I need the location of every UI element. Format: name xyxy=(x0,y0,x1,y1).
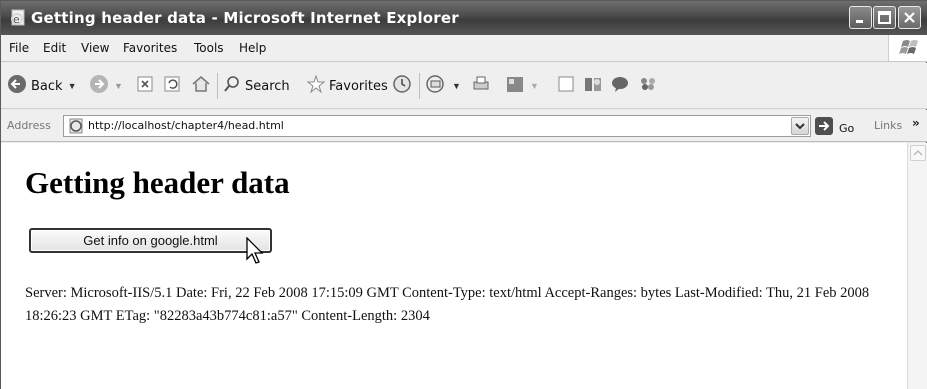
window-title: Getting header data - Microsoft Internet… xyxy=(31,9,459,27)
links-label[interactable]: Links xyxy=(874,119,902,132)
mail-dropdown-icon[interactable]: ▼ xyxy=(452,81,461,91)
toolbar-separator xyxy=(217,73,218,99)
msn-button[interactable] xyxy=(638,74,658,98)
menu-bar: File Edit View Favorites Tools Help xyxy=(1,35,927,62)
toolbar-separator xyxy=(419,73,420,99)
history-button[interactable] xyxy=(392,74,412,98)
edit-dropdown-icon[interactable]: ▼ xyxy=(530,81,539,91)
title-bar: e Getting header data - Microsoft Intern… xyxy=(1,1,927,35)
research-button[interactable] xyxy=(583,74,603,98)
go-arrow-icon xyxy=(814,116,834,141)
links-chevron-icon[interactable]: » xyxy=(912,116,920,130)
back-dropdown-icon[interactable]: ▼ xyxy=(68,81,77,91)
back-button[interactable]: Back ▼ xyxy=(7,74,76,98)
favorites-star-icon xyxy=(306,73,326,98)
get-info-button[interactable]: Get info on google.html xyxy=(29,228,272,253)
page-icon xyxy=(67,118,85,139)
home-icon xyxy=(191,75,211,98)
svg-text:e: e xyxy=(13,13,20,26)
print-button[interactable] xyxy=(471,74,491,98)
minimize-button[interactable] xyxy=(849,6,872,29)
back-arrow-icon xyxy=(7,74,27,99)
mail-icon xyxy=(425,74,447,99)
search-button[interactable]: Search xyxy=(223,74,290,98)
menu-file[interactable]: File xyxy=(9,41,29,55)
discuss-icon xyxy=(557,75,575,98)
address-label: Address xyxy=(7,119,51,132)
discuss-button[interactable] xyxy=(557,74,575,98)
address-input[interactable]: http://localhost/chapter4/head.html xyxy=(63,115,811,137)
edit-page-icon xyxy=(505,74,525,99)
home-button[interactable] xyxy=(191,74,211,98)
research-icon xyxy=(583,74,603,99)
windows-logo-icon xyxy=(888,35,927,61)
stop-button[interactable] xyxy=(136,74,154,98)
favorites-label: Favorites xyxy=(329,78,388,94)
address-url: http://localhost/chapter4/head.html xyxy=(88,119,284,132)
stop-icon xyxy=(136,75,154,98)
menu-edit[interactable]: Edit xyxy=(43,41,66,55)
mail-button[interactable]: ▼ xyxy=(425,74,461,98)
scroll-up-button[interactable] xyxy=(910,145,926,161)
history-icon xyxy=(392,74,412,99)
address-bar: Address http://localhost/chapter4/head.h… xyxy=(1,110,927,142)
messenger-icon xyxy=(610,74,630,99)
search-label: Search xyxy=(245,78,290,94)
address-dropdown-icon[interactable] xyxy=(791,117,809,135)
maximize-button[interactable] xyxy=(873,6,896,29)
menu-favorites[interactable]: Favorites xyxy=(123,41,177,55)
page-heading: Getting header data xyxy=(25,165,290,200)
go-label: Go xyxy=(839,122,855,135)
standard-toolbar: Back ▼ ▼ Search Favorites ▼ ▼ xyxy=(1,63,927,109)
menu-view[interactable]: View xyxy=(81,41,109,55)
mouse-pointer-icon xyxy=(246,236,266,270)
msn-butterfly-icon xyxy=(638,74,658,99)
header-data-text: Server: Microsoft-IIS/5.1 Date: Fri, 22 … xyxy=(25,285,870,324)
messenger-button[interactable] xyxy=(610,74,630,98)
forward-dropdown-icon[interactable]: ▼ xyxy=(114,81,123,91)
browser-window: e Getting header data - Microsoft Intern… xyxy=(0,0,927,389)
search-icon xyxy=(223,75,241,98)
go-button[interactable]: Go xyxy=(814,116,854,141)
page-viewport: Getting header data Get info on google.h… xyxy=(1,143,907,389)
ie-page-icon: e xyxy=(9,9,27,27)
print-icon xyxy=(471,74,491,99)
close-button[interactable] xyxy=(898,6,921,29)
edit-button[interactable]: ▼ xyxy=(505,74,539,98)
menu-help[interactable]: Help xyxy=(239,41,266,55)
menu-tools[interactable]: Tools xyxy=(194,41,224,55)
vertical-scrollbar[interactable] xyxy=(907,143,927,389)
refresh-button[interactable] xyxy=(163,74,181,98)
forward-button[interactable]: ▼ xyxy=(89,74,123,98)
refresh-icon xyxy=(163,75,181,98)
forward-arrow-icon xyxy=(89,74,109,99)
favorites-button[interactable]: Favorites xyxy=(306,73,388,98)
back-label: Back xyxy=(31,78,63,94)
